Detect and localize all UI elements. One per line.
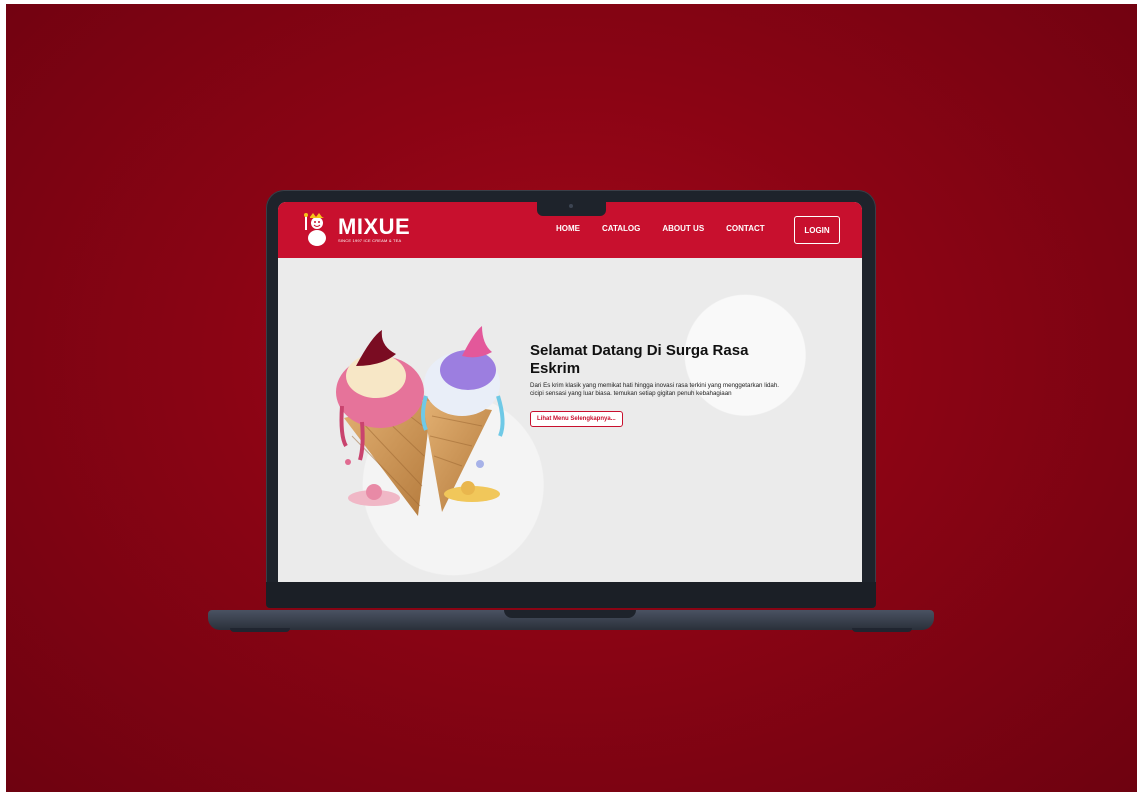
camera-icon xyxy=(569,204,573,208)
snowman-mascot-icon xyxy=(304,212,330,248)
hero-title-line1: Selamat Datang Di Surga Rasa xyxy=(530,342,749,359)
nav-contact[interactable]: CONTACT xyxy=(726,224,765,233)
laptop-foot-left xyxy=(230,628,290,632)
nav-catalog[interactable]: CATALOG xyxy=(602,224,640,233)
brand-tagline: SINCE 1997 ICE CREAM & TEA xyxy=(338,238,402,243)
hero-title: Selamat Datang Di Surga Rasa Eskrim xyxy=(530,342,790,378)
hero-title-line2: Eskrim xyxy=(530,360,581,377)
ice-cream-cones-illustration xyxy=(322,326,512,522)
camera-notch xyxy=(537,200,606,216)
nav-about-us[interactable]: ABOUT US xyxy=(662,224,704,233)
laptop-foot-right xyxy=(852,628,912,632)
screen-bottom-bezel xyxy=(266,582,876,608)
laptop-base xyxy=(208,610,934,630)
laptop-screen: MIXUE SINCE 1997 ICE CREAM & TEA HOME CA… xyxy=(278,202,862,582)
hero-description-line1: Dari Es krim klasik yang memikat hati hi… xyxy=(530,382,779,389)
view-menu-button[interactable]: Lihat Menu Selengkapnya... xyxy=(530,411,623,427)
login-button[interactable]: LOGIN xyxy=(794,216,840,244)
brand-name: MIXUE xyxy=(338,214,411,239)
hero-description: Dari Es krim klasik yang memikat hati hi… xyxy=(530,382,850,398)
main-menu: HOME CATALOG ABOUT US CONTACT xyxy=(556,224,787,233)
brand-logo[interactable]: MIXUE SINCE 1997 ICE CREAM & TEA xyxy=(304,212,410,248)
lid-opening-notch xyxy=(504,610,636,618)
nav-home[interactable]: HOME xyxy=(556,224,580,233)
hero-description-line2: cicipi sensasi yang luar biasa. temukan … xyxy=(530,390,732,397)
